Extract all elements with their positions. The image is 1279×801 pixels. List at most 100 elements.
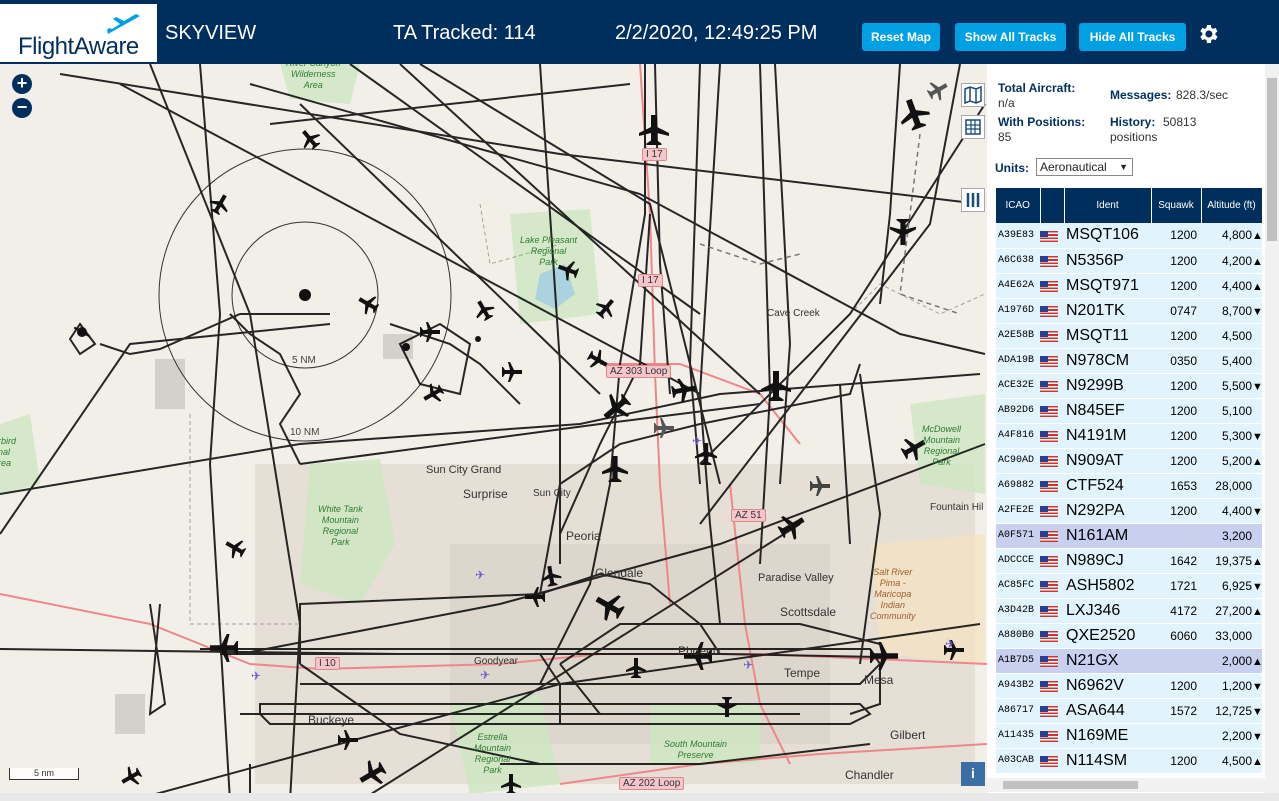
ident-cell: N114SM: [1064, 748, 1151, 774]
reset-map-button[interactable]: Reset Map: [862, 23, 940, 51]
zoom-out-button[interactable]: −: [12, 98, 32, 118]
aircraft-table-wrapper: ICAO Ident Squawk Altitude (ft) A39E83 MS…: [996, 188, 1262, 793]
total-aircraft-value: n/a: [998, 96, 1015, 110]
grid-toggle-button[interactable]: [961, 115, 985, 139]
table-row[interactable]: A03CAB N114SM 1200 4,500▲: [996, 748, 1262, 774]
table-row[interactable]: A0F571 N161AM 3,200: [996, 523, 1262, 549]
history-label: History:: [1110, 115, 1156, 129]
show-all-tracks-button[interactable]: Show All Tracks: [955, 23, 1066, 51]
sidebar-vertical-scrollbar[interactable]: [1265, 64, 1279, 801]
altitude-cell: 3,200: [1201, 523, 1262, 549]
map-icon: [964, 85, 982, 105]
us-flag-icon: [1040, 330, 1058, 342]
column-header-squawk[interactable]: Squawk: [1151, 188, 1202, 223]
table-row[interactable]: AB92D6 N845EF 1200 5,100: [996, 398, 1262, 424]
columns-toggle-button[interactable]: [961, 188, 985, 212]
hide-all-tracks-button[interactable]: Hide All Tracks: [1079, 23, 1186, 51]
us-flag-icon: [1040, 755, 1058, 767]
table-row[interactable]: A11435 N169ME 2,200▼: [996, 723, 1262, 749]
column-header-icao[interactable]: ICAO: [996, 188, 1041, 223]
place-paradise-valley: Paradise Valley: [758, 572, 834, 584]
icao-cell: A1B7D5: [996, 648, 1040, 674]
flag-cell: [1040, 248, 1064, 274]
table-row[interactable]: A1B7D5 N21GX 2,000▲: [996, 648, 1262, 674]
column-header-flag[interactable]: [1040, 188, 1065, 223]
us-flag-icon: [1040, 305, 1058, 317]
flag-cell: [1040, 673, 1064, 699]
ident-cell: N21GX: [1064, 648, 1151, 674]
altitude-value: 5,200: [1221, 453, 1252, 468]
sidebar-horizontal-scrollbar[interactable]: [987, 778, 1265, 792]
table-row[interactable]: AC85FC ASH5802 1721 6,925▼: [996, 573, 1262, 599]
flag-cell: [1040, 498, 1064, 524]
table-row[interactable]: A6C638 N5356P 1200 4,200▲: [996, 248, 1262, 274]
table-row[interactable]: ADCCCE N989CJ 1642 19,375▲: [996, 548, 1262, 574]
scrollbar-thumb[interactable]: [1267, 78, 1277, 241]
scrollbar-thumb[interactable]: [1003, 781, 1138, 789]
icao-cell: A943B2: [996, 673, 1040, 699]
altitude-cell: 28,000: [1201, 473, 1262, 499]
squawk-cell: 1200: [1151, 323, 1201, 349]
table-row[interactable]: A2FE2E N292PA 1200 4,400▼: [996, 498, 1262, 524]
descending-arrow-icon: ▼: [1252, 505, 1262, 518]
aircraft-table: ICAO Ident Squawk Altitude (ft) A39E83 MS…: [996, 188, 1262, 774]
table-row[interactable]: A86717 ASA644 1572 12,725▼: [996, 698, 1262, 724]
zoom-in-button[interactable]: +: [12, 74, 32, 94]
table-row[interactable]: A3D42B LXJ346 4172 27,200▲: [996, 598, 1262, 624]
climbing-arrow-icon: ▲: [1252, 755, 1262, 768]
table-row[interactable]: A4E62A MSQT971 1200 4,400▲: [996, 273, 1262, 299]
ident-cell: N4191M: [1064, 423, 1151, 449]
park-mcdowell: McDowell Mountain Regional Park: [922, 424, 962, 467]
map-layers-button[interactable]: [961, 83, 985, 107]
us-flag-icon: [1040, 355, 1058, 367]
table-row[interactable]: A4F816 N4191M 1200 5,300▼: [996, 423, 1262, 449]
column-header-altitude[interactable]: Altitude (ft): [1201, 188, 1262, 223]
icao-cell: A39E83: [996, 223, 1040, 249]
column-header-ident[interactable]: Ident: [1064, 188, 1152, 223]
table-row[interactable]: ACE32E N9299B 1200 5,500▼: [996, 373, 1262, 399]
table-row[interactable]: AC90AD N909AT 1200 5,200▲: [996, 448, 1262, 474]
grid-icon: [965, 119, 981, 135]
squawk-cell: 0350: [1151, 348, 1201, 374]
ident-cell: N909AT: [1064, 448, 1151, 474]
altitude-value: 5,400: [1221, 353, 1252, 368]
icao-cell: A69882: [996, 473, 1040, 499]
icao-cell: A0F571: [996, 523, 1040, 549]
descending-arrow-icon: ▼: [1252, 580, 1262, 593]
park-bird: rbird nal rea: [0, 436, 17, 468]
flag-cell: [1040, 523, 1064, 549]
us-flag-icon: [1040, 455, 1058, 467]
with-positions-value: 85: [998, 130, 1012, 144]
road-i17: I 17: [638, 274, 663, 287]
flightaware-logo[interactable]: FlightAware: [0, 4, 157, 62]
climbing-arrow-icon: ▲: [1252, 230, 1262, 243]
altitude-value: 8,700: [1221, 303, 1252, 318]
gear-icon[interactable]: [1196, 22, 1220, 46]
info-button[interactable]: i: [961, 762, 985, 786]
table-row[interactable]: ADA19B N978CM 0350 5,400: [996, 348, 1262, 374]
top-header: FlightAware SKYVIEW TA Tracked: 114 2/2/…: [0, 0, 1279, 64]
us-flag-icon: [1040, 530, 1058, 542]
table-row[interactable]: A39E83 MSQT106 1200 4,800▲: [996, 223, 1262, 249]
table-row[interactable]: A880B0 QXE2520 6060 33,000: [996, 623, 1262, 649]
place-sun-city-grand: Sun City Grand: [426, 464, 502, 476]
squawk-cell: 1642: [1151, 548, 1201, 574]
units-select[interactable]: Aeronautical ▼: [1036, 158, 1133, 176]
squawk-cell: 1200: [1151, 248, 1201, 274]
table-row[interactable]: A943B2 N6962V 1200 1,200▼: [996, 673, 1262, 699]
flag-cell: [1040, 698, 1064, 724]
us-flag-icon: [1040, 380, 1058, 392]
table-row[interactable]: A69882 CTF524 1653 28,000: [996, 473, 1262, 499]
flight-map[interactable]: ✈ ✈ ✈ ✈ ✈ ✈ 5 NM 10 NM Cave Creek Sun Ci…: [0, 64, 987, 801]
table-row[interactable]: A1976D N201TK 0747 8,700▼: [996, 298, 1262, 324]
icao-cell: A4F816: [996, 423, 1040, 449]
flag-cell: [1040, 723, 1064, 749]
place-buckeye: Buckeye: [308, 713, 355, 727]
place-glendale: Glendale: [595, 566, 644, 580]
table-row[interactable]: A2E58B MSQT11 1200 4,500: [996, 323, 1262, 349]
altitude-cell: 4,500: [1201, 323, 1262, 349]
ident-cell: ASH5802: [1064, 573, 1151, 599]
site-title: SKYVIEW: [165, 22, 257, 44]
altitude-cell: 1,200▼: [1201, 673, 1262, 699]
us-flag-icon: [1040, 730, 1058, 742]
